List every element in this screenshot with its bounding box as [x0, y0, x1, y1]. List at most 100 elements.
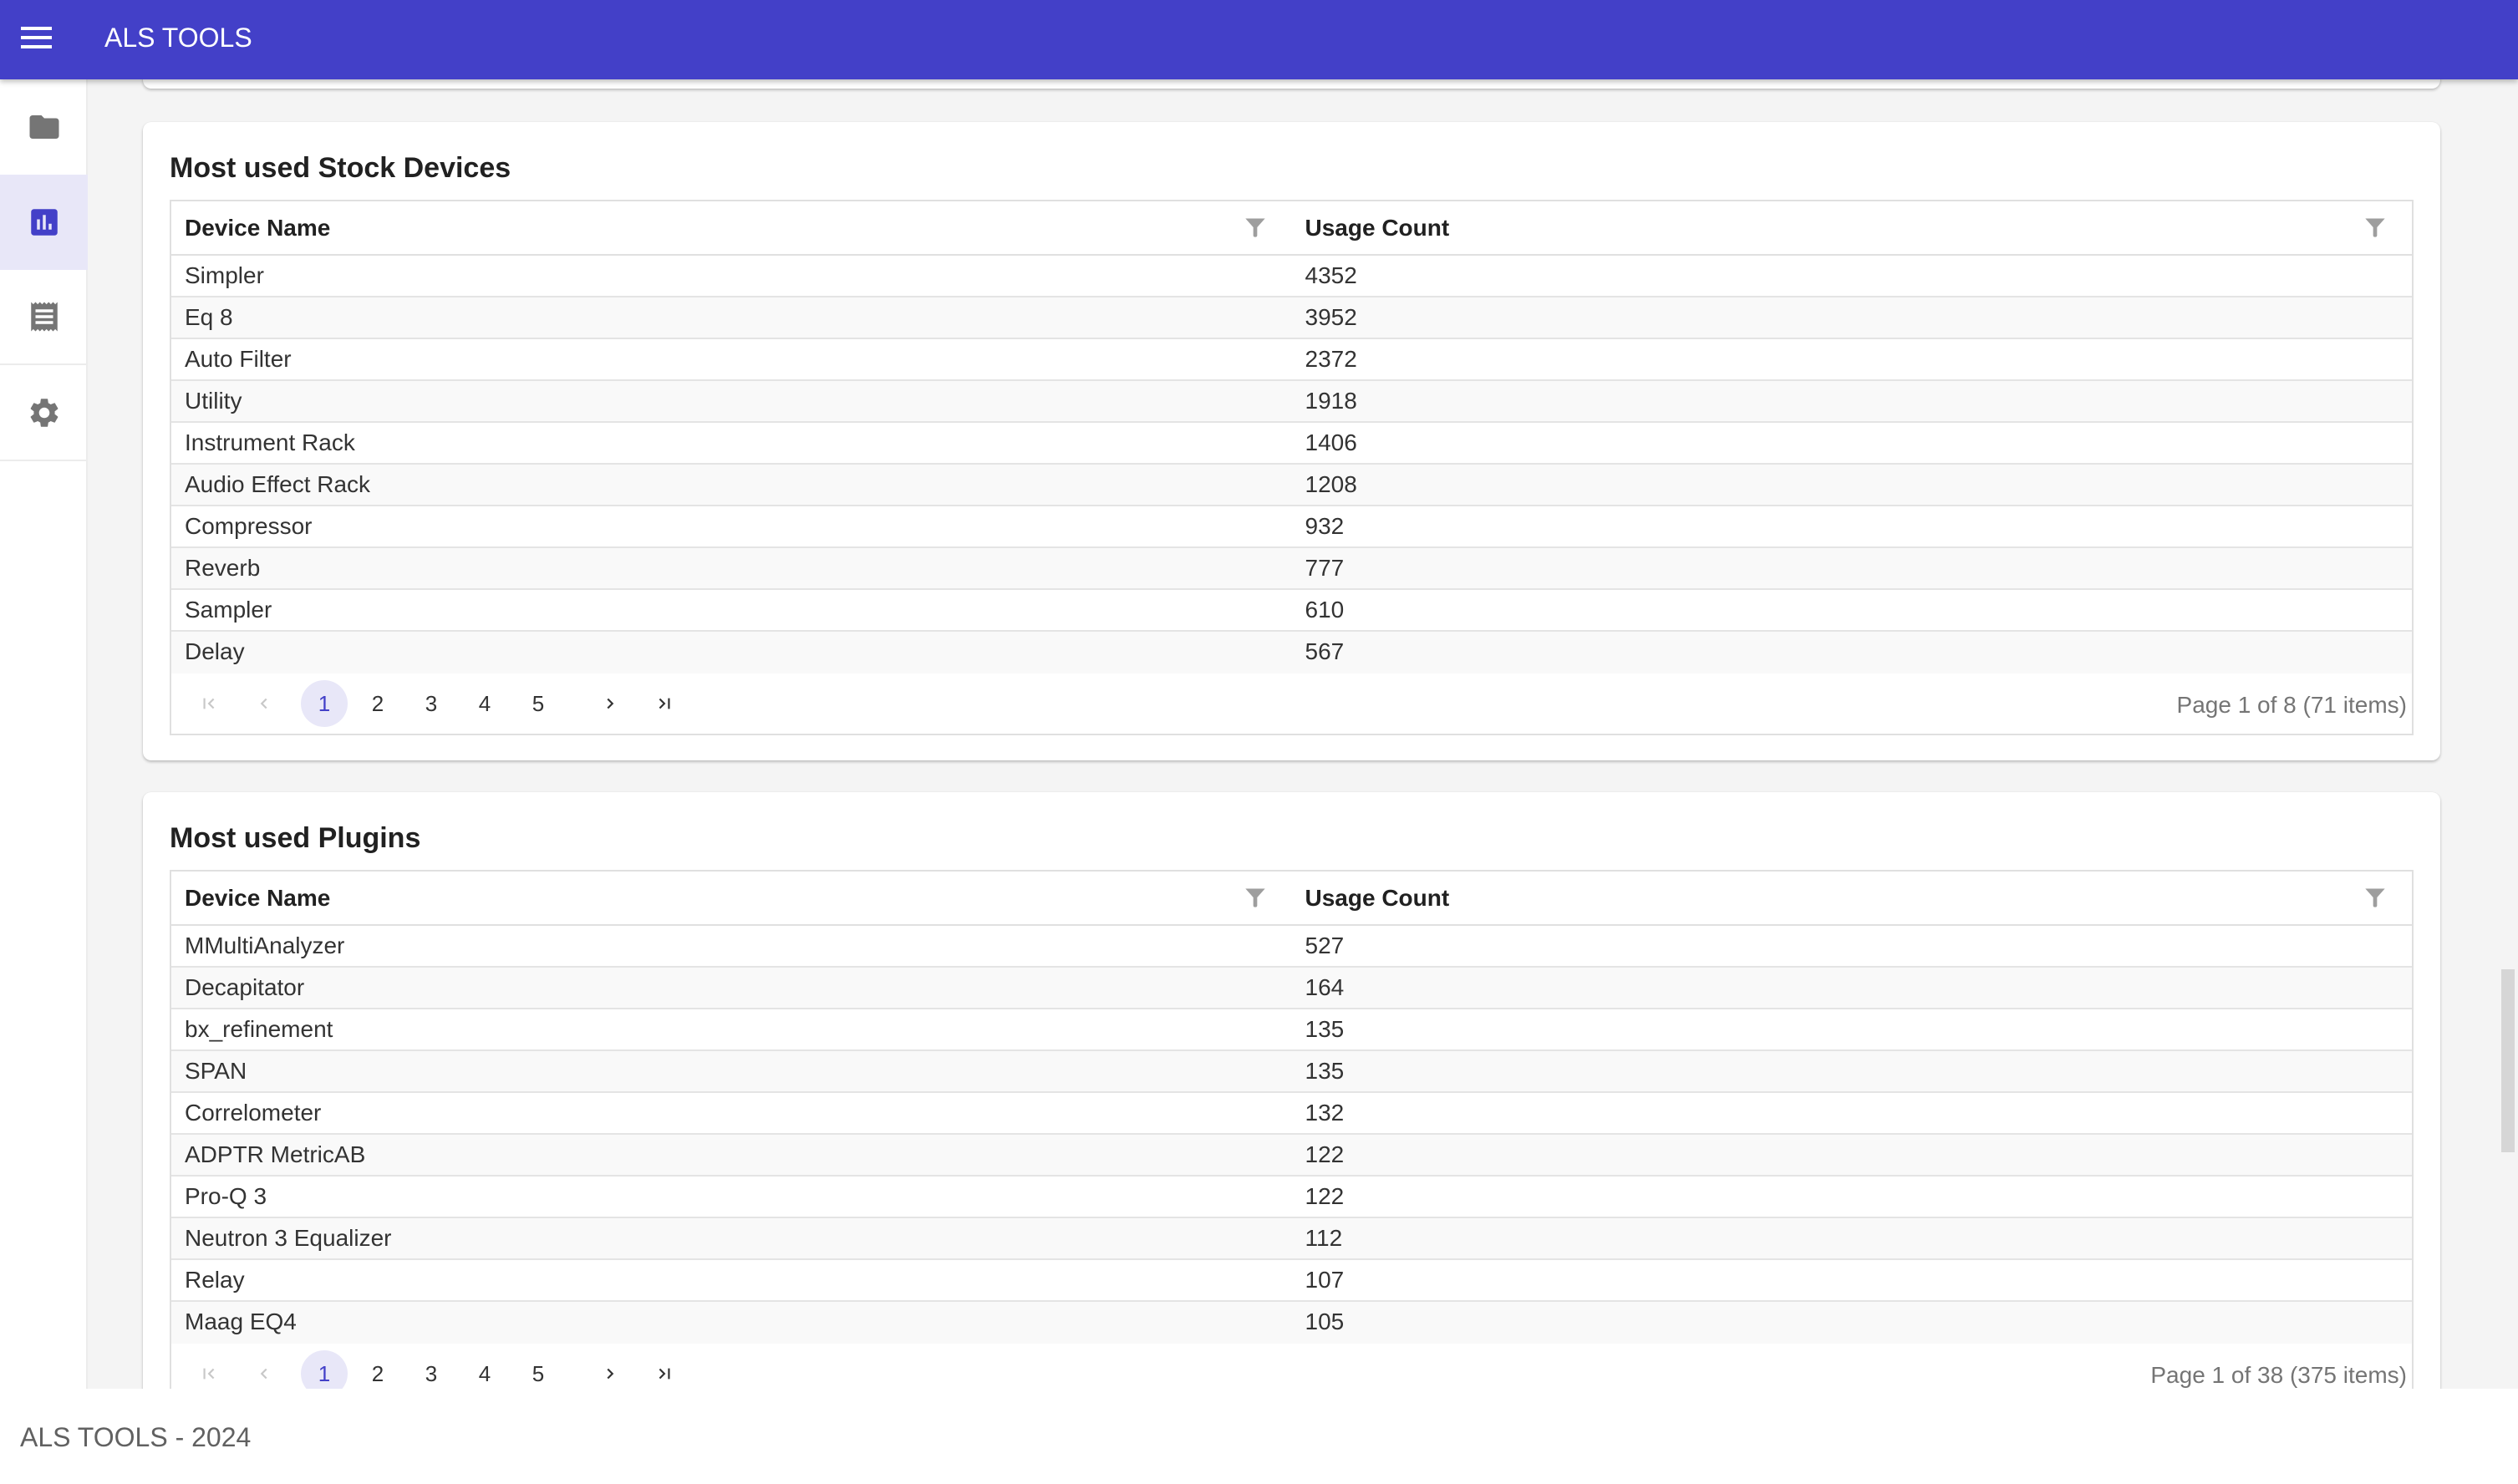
column-header-device-name[interactable]: Device Name [171, 201, 1292, 254]
table-row[interactable]: Simpler 4352 [171, 256, 2412, 297]
table-row[interactable]: Reverb 777 [171, 548, 2412, 590]
table-row[interactable]: Correlometer 132 [171, 1093, 2412, 1135]
plugins-grid: Device Name Usage Count MMultiAnalyzer 52… [170, 870, 2414, 1389]
usage-count-cell: 4352 [1305, 262, 1357, 288]
usage-count-cell: 164 [1305, 974, 1345, 1000]
page-button[interactable]: 1 [301, 1350, 348, 1389]
device-name-cell: Reverb [185, 555, 261, 581]
filter-icon[interactable] [2363, 886, 2387, 909]
first-page-button[interactable] [186, 1350, 233, 1389]
table-row[interactable]: Pro-Q 3 122 [171, 1177, 2412, 1218]
column-header-usage-count[interactable]: Usage Count [1292, 201, 2413, 254]
filter-icon[interactable] [1244, 886, 1267, 909]
device-name-cell: Utility [185, 388, 242, 414]
device-name-cell: bx_refinement [185, 1016, 333, 1042]
previous-page-button[interactable] [241, 680, 287, 727]
table-row[interactable]: Neutron 3 Equalizer 112 [171, 1218, 2412, 1260]
chevron-right-icon [607, 1368, 614, 1380]
table-row[interactable]: ADPTR MetricAB 122 [171, 1135, 2412, 1177]
last-page-button[interactable] [640, 1350, 687, 1389]
device-name-cell: Audio Effect Rack [185, 471, 371, 497]
scrollbar-thumb[interactable] [2501, 968, 2515, 1152]
sidebar-item-statistics[interactable] [0, 175, 88, 270]
sidebar-item-settings[interactable] [0, 366, 88, 461]
column-header-label: Usage Count [1305, 884, 1450, 911]
stock-devices-card: Most used Stock Devices Device Name Usag… [143, 122, 2440, 760]
table-row[interactable]: Audio Effect Rack 1208 [171, 465, 2412, 506]
last-page-button[interactable] [640, 680, 687, 727]
chevron-right-icon [607, 698, 614, 709]
device-name-cell: Auto Filter [185, 346, 292, 372]
grid-header: Device Name Usage Count [171, 201, 2412, 256]
main-content: Most used Stock Devices Device Name Usag… [89, 79, 2518, 1389]
table-row[interactable]: MMultiAnalyzer 527 [171, 926, 2412, 968]
sidebar-item-projects[interactable] [0, 79, 88, 175]
app-title: ALS TOOLS [104, 23, 252, 53]
usage-count-cell: 527 [1305, 933, 1345, 958]
table-row[interactable]: Utility 1918 [171, 381, 2412, 423]
table-row[interactable]: Eq 8 3952 [171, 297, 2412, 339]
next-page-button[interactable] [587, 680, 633, 727]
table-row[interactable]: Decapitator 164 [171, 968, 2412, 1009]
table-row[interactable]: Instrument Rack 1406 [171, 423, 2412, 465]
page-button[interactable]: 4 [461, 680, 508, 727]
next-page-button[interactable] [587, 1350, 633, 1389]
usage-count-cell: 610 [1305, 597, 1345, 623]
grid-body: Simpler 4352 Eq 8 3952 Auto Filter 2372 Uti… [171, 256, 2412, 673]
stock-devices-grid: Device Name Usage Count Simpler 4352 Eq 8… [170, 200, 2414, 735]
device-name-cell: Eq 8 [185, 304, 233, 330]
previous-card [143, 79, 2440, 89]
receipt-icon [30, 302, 58, 332]
page-button[interactable]: 1 [301, 680, 348, 727]
device-name-cell: Neutron 3 Equalizer [185, 1225, 392, 1251]
table-row[interactable]: Delay 567 [171, 632, 2412, 673]
scrollbar-track[interactable] [2501, 79, 2518, 1389]
table-row[interactable]: bx_refinement 135 [171, 1009, 2412, 1051]
footer: ALS TOOLS - 2024 [0, 1389, 2518, 1484]
pager: 1 2 3 4 5 Page 1 of 38 (375 items) [171, 1344, 2412, 1389]
device-name-cell: Decapitator [185, 974, 305, 1000]
column-header-device-name[interactable]: Device Name [171, 872, 1292, 924]
device-name-cell: Simpler [185, 262, 264, 288]
usage-count-cell: 567 [1305, 638, 1345, 664]
filter-icon[interactable] [2363, 216, 2387, 239]
table-row[interactable]: Sampler 610 [171, 590, 2412, 632]
filter-icon[interactable] [1244, 216, 1267, 239]
table-row[interactable]: Maag EQ4 105 [171, 1302, 2412, 1344]
page-button[interactable]: 4 [461, 1350, 508, 1389]
first-page-button[interactable] [186, 680, 233, 727]
page-button[interactable]: 5 [515, 1350, 562, 1389]
device-name-cell: Relay [185, 1267, 245, 1293]
page-button[interactable]: 3 [408, 1350, 455, 1389]
device-name-cell: MMultiAnalyzer [185, 933, 345, 958]
column-header-label: Device Name [185, 214, 331, 241]
chevron-left-icon [260, 698, 267, 709]
sidebar-item-reports[interactable] [0, 270, 88, 365]
column-header-label: Device Name [185, 884, 331, 911]
usage-count-cell: 122 [1305, 1183, 1345, 1209]
page-button[interactable]: 2 [354, 680, 401, 727]
usage-count-cell: 122 [1305, 1141, 1345, 1167]
usage-count-cell: 135 [1305, 1016, 1345, 1042]
pager-info: Page 1 of 38 (375 items) [2150, 1362, 2407, 1388]
page-button[interactable]: 2 [354, 1350, 401, 1389]
grid-header: Device Name Usage Count [171, 872, 2412, 926]
table-row[interactable]: Auto Filter 2372 [171, 339, 2412, 381]
usage-count-cell: 1918 [1305, 388, 1357, 414]
table-row[interactable]: Compressor 932 [171, 506, 2412, 548]
page-button[interactable]: 5 [515, 680, 562, 727]
app-header: ALS TOOLS [0, 0, 2518, 79]
menu-icon[interactable] [21, 27, 52, 48]
usage-count-cell: 777 [1305, 555, 1345, 581]
usage-count-cell: 107 [1305, 1267, 1345, 1293]
column-header-usage-count[interactable]: Usage Count [1292, 872, 2413, 924]
chevron-left-icon [260, 1368, 267, 1380]
previous-page-button[interactable] [241, 1350, 287, 1389]
table-row[interactable]: Relay 107 [171, 1260, 2412, 1302]
usage-count-cell: 932 [1305, 513, 1345, 539]
page-button[interactable]: 3 [408, 680, 455, 727]
gear-icon [30, 399, 58, 427]
table-row[interactable]: SPAN 135 [171, 1051, 2412, 1093]
device-name-cell: Sampler [185, 597, 272, 623]
first-page-icon [203, 1368, 215, 1380]
